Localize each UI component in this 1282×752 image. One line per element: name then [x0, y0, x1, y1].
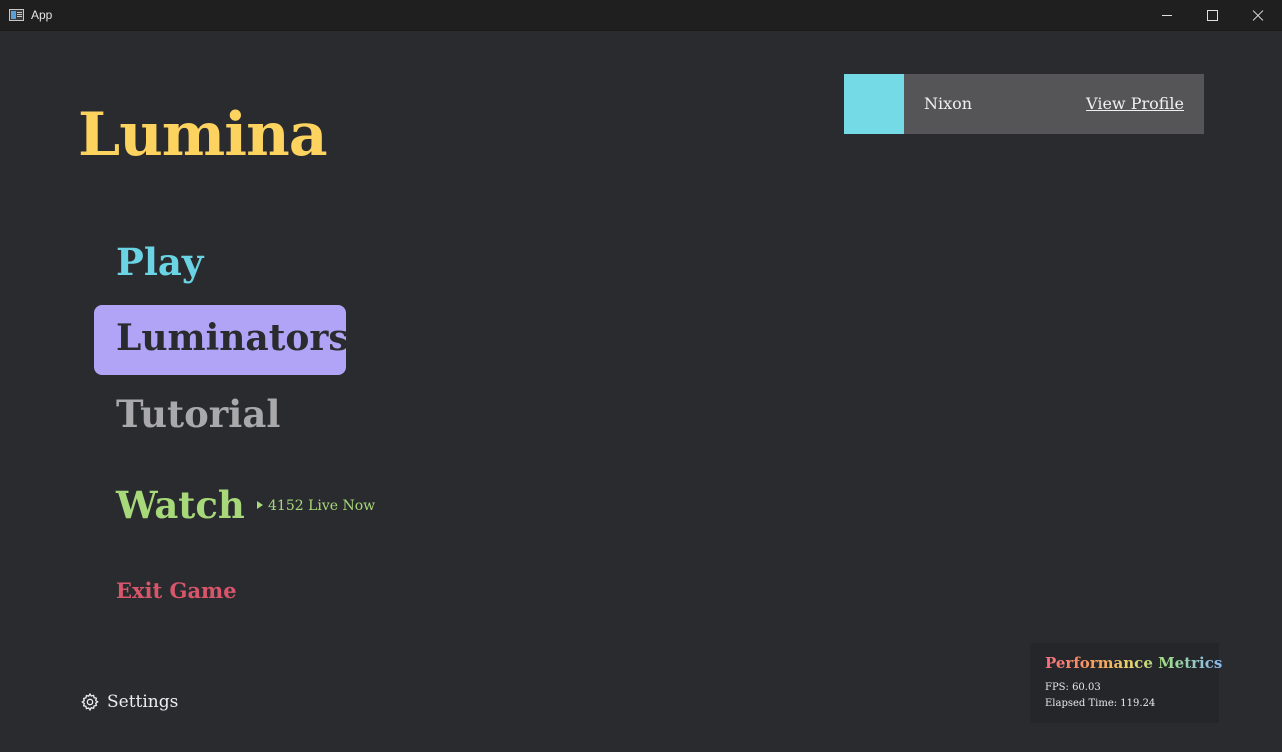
- minimize-icon: [1162, 15, 1172, 16]
- fps-readout: FPS: 60.03: [1045, 682, 1101, 693]
- play-triangle-icon: [257, 501, 263, 509]
- minimize-button[interactable]: [1144, 0, 1190, 31]
- game-title: Lumina: [78, 100, 328, 170]
- live-now-indicator: 4152 Live Now: [257, 498, 375, 514]
- menu-tutorial[interactable]: Tutorial: [116, 392, 280, 436]
- elapsed-time-readout: Elapsed Time: 119.24: [1045, 698, 1156, 709]
- menu-luminators[interactable]: Luminators: [116, 317, 349, 359]
- profile-card: Nixon View Profile: [844, 74, 1204, 134]
- maximize-button[interactable]: [1189, 0, 1235, 31]
- gear-icon: [81, 692, 99, 712]
- view-profile-link[interactable]: View Profile: [1086, 94, 1184, 113]
- settings-label: Settings: [107, 692, 179, 712]
- menu-watch[interactable]: Watch: [116, 483, 245, 527]
- maximize-icon: [1206, 10, 1218, 21]
- window-title: App: [31, 8, 53, 22]
- close-icon: [1252, 10, 1264, 22]
- metrics-title: Performance Metrics: [1045, 654, 1223, 672]
- close-button[interactable]: [1235, 0, 1281, 31]
- performance-metrics-panel: Performance Metrics FPS: 60.03 Elapsed T…: [1030, 643, 1223, 723]
- window-titlebar: App: [0, 0, 1282, 31]
- menu-exit-game[interactable]: Exit Game: [116, 578, 237, 603]
- app-icon: [9, 9, 24, 21]
- live-now-count: 4152 Live Now: [268, 498, 376, 514]
- profile-name: Nixon: [924, 94, 973, 113]
- menu-play[interactable]: Play: [116, 240, 203, 284]
- avatar: [844, 74, 904, 134]
- settings-button[interactable]: Settings: [80, 690, 178, 714]
